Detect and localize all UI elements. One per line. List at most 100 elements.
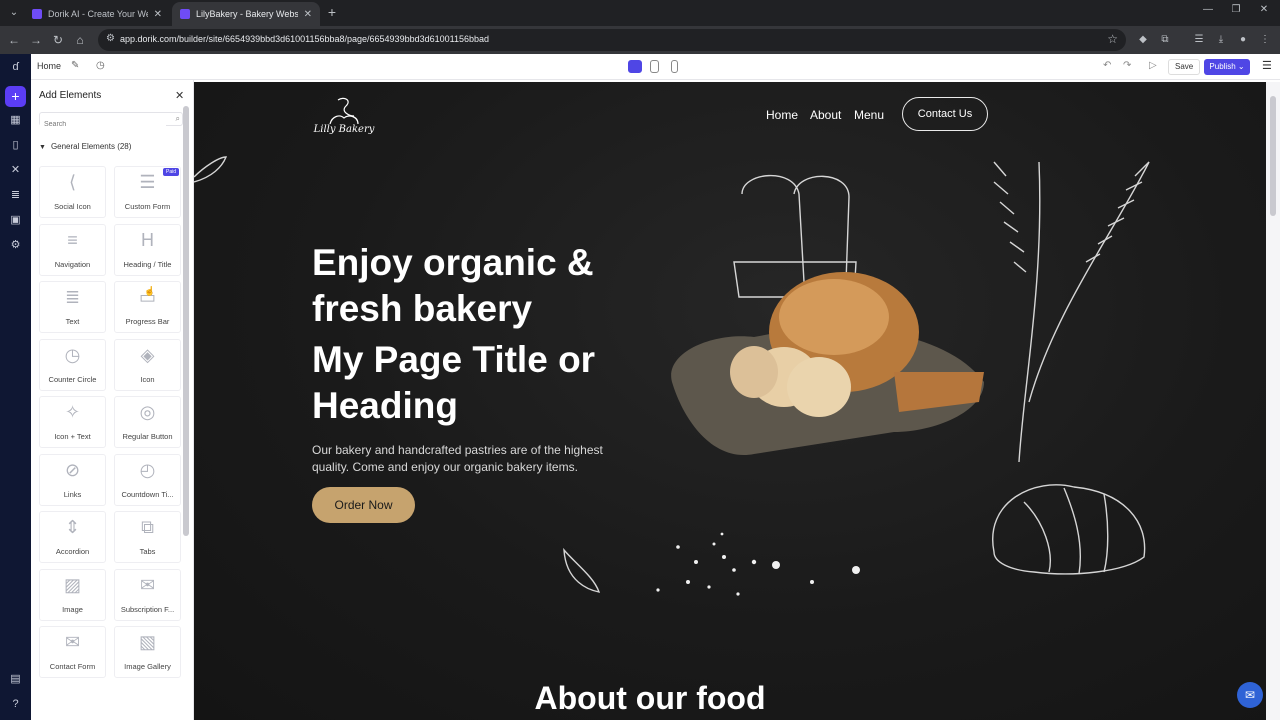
preview-play-icon[interactable]: ▷ [1149,60,1157,71]
site-logo[interactable]: Lilly Bakery [312,94,376,146]
publish-button[interactable]: Publish ⌄ [1204,59,1250,75]
extensions-puzzle-icon[interactable]: ⧉ [1158,33,1172,47]
bookmark-star-icon[interactable]: ☆ [1107,32,1118,46]
accordion-icon: ⇕ [64,517,81,537]
text-icon: ≣ [64,287,81,307]
home-icon[interactable]: ⌂ [72,32,88,48]
element-card[interactable]: ⇕ Accordion [39,511,106,563]
download-icon[interactable]: ⤓ [1214,33,1228,47]
add-element-icon[interactable]: + [5,86,26,107]
element-label: Image Gallery [124,662,171,671]
tools-icon[interactable]: ✕ [8,163,23,178]
close-panel-icon[interactable]: ✕ [175,89,184,102]
element-card[interactable]: ☰ Custom Form Paid [114,166,181,218]
element-label: Social Icon [54,202,91,211]
canvas-scrollbar[interactable] [1266,82,1280,720]
page-name[interactable]: Home [37,61,61,71]
scroll-thumb[interactable] [1270,96,1276,216]
icon-text-icon: ✧ [64,402,81,422]
element-label: Contact Form [49,662,96,671]
site-info-icon[interactable]: ⚙ [106,33,115,44]
settings-icon[interactable]: ⚙ [8,238,23,253]
forward-icon[interactable]: → [28,32,44,48]
group-label: General Elements (28) [50,142,132,151]
element-label: Text [65,317,80,326]
about-section-heading[interactable]: About our food [194,680,1106,717]
stopwatch-icon: ◴ [139,459,156,480]
blocks-icon[interactable]: ▦ [8,113,23,128]
media-icon[interactable]: ▣ [8,213,23,228]
pages-icon[interactable]: ▯ [8,138,23,153]
element-card[interactable]: ⟨ Social Icon [39,166,106,218]
browser-tab-dorik-ai[interactable]: Dorik AI - Create Your Website ✕ [24,2,170,26]
search-icon: ⌕ [175,114,180,123]
cms-icon[interactable]: ≣ [8,188,23,203]
panel-scrollbar[interactable] [183,106,189,536]
element-card[interactable]: ▧ Image Gallery [114,626,181,678]
element-card[interactable]: ◎ Regular Button [114,396,181,448]
element-card[interactable]: ≣ Text [39,281,106,333]
chrome-menu-icon[interactable]: ⋮ [1258,33,1272,47]
element-card[interactable]: ✉ Subscription F... [114,568,181,621]
address-bar[interactable]: ⚙ app.dorik.com/builder/site/6654939bbd3… [98,29,1126,51]
edit-pencil-icon[interactable]: ✎ [71,60,79,71]
element-card[interactable]: H Heading / Title [114,223,181,276]
dorik-logo-icon[interactable]: ɗ [8,60,23,75]
docs-icon[interactable]: ▤ [8,672,23,687]
chat-support-icon[interactable]: ✉ [1237,682,1263,708]
builder-menu-icon[interactable]: ☰ [1262,59,1272,72]
element-label: Subscription F... [120,604,175,614]
tab-list-icon[interactable]: ☰ [1192,33,1206,47]
clock-icon: ◷ [64,344,81,365]
hero-heading[interactable]: Enjoy organic & fresh bakery [312,240,652,332]
profile-icon[interactable]: ● [1236,33,1250,47]
save-button[interactable]: Save [1168,59,1201,75]
chevron-down-icon: ⌄ [1237,62,1245,71]
element-card[interactable]: ◷ Counter Circle [39,338,106,391]
hero-description[interactable]: Our bakery and handcrafted pastries are … [312,442,632,476]
hero-subheading[interactable]: My Page Title or Heading [312,337,652,429]
site-nav-home[interactable]: Home [766,108,798,122]
element-card[interactable]: ◴ Countdown Ti... [114,453,181,506]
tablet-view-icon[interactable] [650,60,659,73]
browser-tab-lilybakery[interactable]: LilyBakery - Bakery Website Ten ✕ [172,2,320,26]
element-label: Custom Form [124,202,171,211]
element-card[interactable]: ◈ Icon [114,338,181,391]
element-label: Accordion [55,547,90,556]
undo-icon[interactable]: ↶ [1103,60,1111,71]
desktop-view-icon[interactable] [628,60,642,73]
minimize-icon[interactable]: — [1198,4,1218,15]
history-icon[interactable]: ◷ [96,60,105,71]
element-card[interactable]: ✉ Contact Form [39,626,106,678]
element-label: Regular Button [122,432,173,441]
page-canvas[interactable]: Lilly Bakery Home About Menu Contact Us … [194,82,1266,720]
general-elements-group[interactable]: ▼ General Elements (28) [39,142,131,151]
element-label: Links [63,489,82,499]
search-input[interactable] [40,118,166,131]
element-label: Countdown Ti... [121,489,174,499]
redo-icon[interactable]: ↷ [1123,60,1131,71]
mobile-view-icon[interactable] [671,60,678,73]
back-icon[interactable]: ← [6,32,22,48]
site-nav-about[interactable]: About [810,108,841,122]
element-card[interactable]: ▨ Image [39,568,106,621]
element-card[interactable]: ⊘ Links [39,453,106,506]
close-window-icon[interactable]: ✕ [1254,4,1274,15]
new-tab-icon[interactable]: + [324,4,340,20]
site-nav-menu[interactable]: Menu [854,108,884,122]
gallery-icon: ▧ [138,632,156,652]
url-text: app.dorik.com/builder/site/6654939bbd3d6… [120,34,489,44]
help-icon[interactable]: ? [8,697,23,712]
link-icon: ⊘ [64,459,81,480]
close-tab-icon[interactable]: ✕ [304,9,312,20]
element-card[interactable]: ≡ Navigation [39,223,106,276]
element-card[interactable]: ✧ Icon + Text [39,396,106,448]
extension-icon[interactable]: ◆ [1136,33,1150,47]
close-tab-icon[interactable]: ✕ [154,9,162,20]
tab-search-icon[interactable]: ⌄ [6,5,22,21]
restore-icon[interactable]: ❐ [1226,4,1246,15]
reload-icon[interactable]: ↻ [50,32,66,48]
order-now-button[interactable]: Order Now [312,487,415,523]
element-card[interactable]: ⧉ Tabs [114,511,181,563]
contact-us-button[interactable]: Contact Us [902,97,988,131]
